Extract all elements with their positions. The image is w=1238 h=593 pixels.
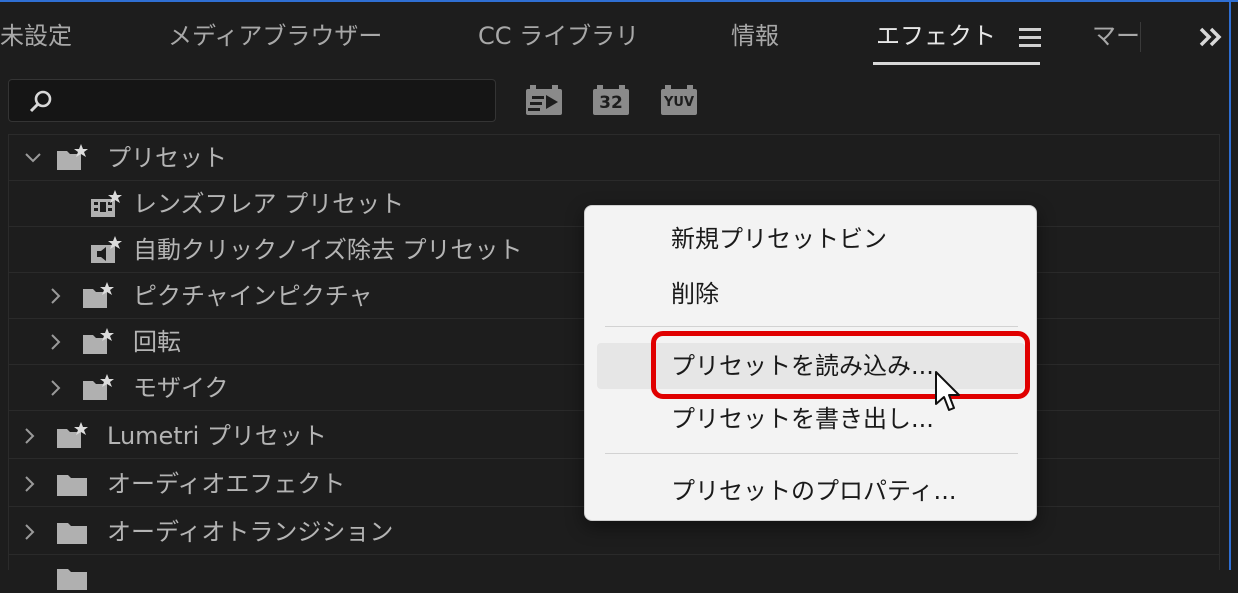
tab-divider <box>1140 22 1141 52</box>
video-preset-icon <box>91 190 122 217</box>
preset-folder-icon <box>83 374 114 400</box>
chevron-right-icon[interactable] <box>19 426 39 446</box>
tree-item-label: プリセット <box>107 144 227 172</box>
folder-icon <box>57 523 87 544</box>
panel-focus-border-right <box>1229 0 1231 570</box>
search-input[interactable] <box>65 86 489 118</box>
tab-unset[interactable]: 未設定 <box>0 18 72 54</box>
tab-markers[interactable]: マー <box>1092 18 1140 54</box>
tab-cc-libraries[interactable]: CC ライブラリ <box>478 18 639 54</box>
effects-panel: 未設定 メディアブラウザー CC ライブラリ 情報 エフェクト マー 32 YU… <box>0 0 1238 590</box>
tree-item-label: オーディオトランジション <box>107 518 394 546</box>
mouse-cursor-icon <box>935 371 960 411</box>
tree-item-label: Lumetri プリセット <box>107 422 327 450</box>
tree-item-label: ピクチャインピクチャ <box>133 282 373 310</box>
search-box[interactable] <box>8 79 496 122</box>
tab-info[interactable]: 情報 <box>731 18 779 54</box>
tree-item-label: レンズフレア プリセット <box>133 190 405 218</box>
tree-item-label: オーディオエフェクト <box>107 470 346 498</box>
chevron-right-icon[interactable] <box>45 378 65 398</box>
tree-item-label: 回転 <box>133 328 181 356</box>
menu-item-preset-properties[interactable]: プリセットのプロパティ... <box>597 468 1025 514</box>
menu-item-delete[interactable]: 削除 <box>597 271 1025 317</box>
menu-separator <box>605 326 1018 327</box>
chevron-down-icon[interactable] <box>23 148 43 168</box>
folder-icon <box>57 569 87 590</box>
tab-media-browser[interactable]: メディアブラウザー <box>168 18 382 54</box>
accelerated-effects-icon[interactable] <box>524 85 564 117</box>
highlight-annotation <box>651 331 1030 399</box>
menu-item-export-presets[interactable]: プリセットを書き出し... <box>597 396 1025 442</box>
yuv-label: YUV <box>663 95 695 110</box>
chevron-right-icon[interactable] <box>19 522 39 542</box>
panel-tab-bar: 未設定 メディアブラウザー CC ライブラリ 情報 エフェクト マー <box>0 2 1229 66</box>
chevron-right-icon[interactable] <box>19 474 39 494</box>
panel-menu-icon[interactable] <box>1019 28 1041 48</box>
search-icon <box>29 90 52 113</box>
chevron-right-icon[interactable] <box>45 286 65 306</box>
tree-item-partial[interactable] <box>9 557 1219 590</box>
folder-icon <box>57 475 87 496</box>
menu-separator <box>605 453 1018 454</box>
preset-folder-icon <box>57 422 88 448</box>
tree-item-presets[interactable]: プリセット <box>9 135 1219 181</box>
menu-item-new-preset-bin[interactable]: 新規プリセットビン <box>597 216 1025 262</box>
preset-folder-icon <box>57 144 88 170</box>
active-tab-indicator <box>873 62 1040 65</box>
double-chevron-right-icon[interactable] <box>1196 22 1226 52</box>
yuv-effects-button[interactable]: YUV <box>659 85 699 117</box>
preset-folder-icon <box>83 282 114 308</box>
32-bit-color-button[interactable]: 32 <box>591 85 631 117</box>
tree-item-label: モザイク <box>133 374 229 402</box>
tree-item-label: 自動クリックノイズ除去 プリセット <box>133 236 523 264</box>
32-bit-label: 32 <box>599 93 623 113</box>
audio-preset-icon <box>91 236 122 263</box>
chevron-right-icon[interactable] <box>45 332 65 352</box>
preset-folder-icon <box>83 328 114 354</box>
tab-effects[interactable]: エフェクト <box>876 18 996 54</box>
